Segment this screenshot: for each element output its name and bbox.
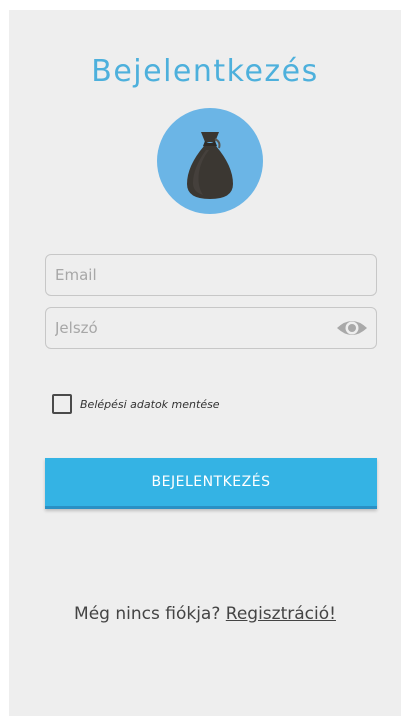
email-field-container: [45, 254, 377, 296]
page-title: Bejelentkezés: [91, 54, 319, 89]
password-input[interactable]: [46, 308, 325, 348]
register-prompt-text: Még nincs fiókja?: [74, 604, 221, 624]
password-field-container: [45, 307, 377, 349]
remember-me-option[interactable]: Belépési adatok mentése: [52, 394, 220, 414]
email-input[interactable]: [46, 255, 325, 295]
remember-me-label: Belépési adatok mentése: [80, 397, 220, 411]
login-screen: Bejelentkezés Belépési adatok mentése BE: [9, 10, 401, 716]
remember-me-checkbox[interactable]: [52, 394, 72, 414]
login-button[interactable]: BEJELENTKEZÉS: [45, 458, 377, 509]
eye-icon[interactable]: [336, 317, 368, 339]
money-bag-icon: [157, 108, 263, 214]
register-prompt: Még nincs fiókja? Regisztráció!: [9, 604, 401, 624]
register-link[interactable]: Regisztráció!: [226, 604, 336, 624]
